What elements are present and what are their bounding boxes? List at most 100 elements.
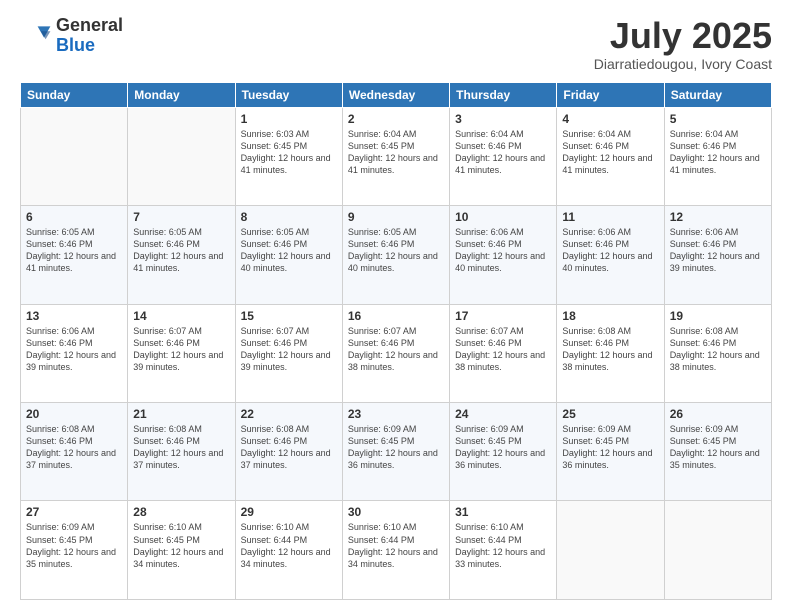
day-info: Sunrise: 6:09 AM Sunset: 6:45 PM Dayligh… (455, 423, 551, 472)
day-number: 17 (455, 309, 551, 323)
day-info: Sunrise: 6:10 AM Sunset: 6:44 PM Dayligh… (348, 521, 444, 570)
calendar-cell (21, 107, 128, 205)
day-number: 23 (348, 407, 444, 421)
logo-blue: Blue (56, 35, 95, 55)
header: General Blue July 2025 Diarratiedougou, … (20, 16, 772, 72)
calendar-week-1: 6 Sunrise: 6:05 AM Sunset: 6:46 PM Daylig… (21, 206, 772, 304)
day-info: Sunrise: 6:09 AM Sunset: 6:45 PM Dayligh… (670, 423, 766, 472)
day-info: Sunrise: 6:05 AM Sunset: 6:46 PM Dayligh… (348, 226, 444, 275)
day-number: 5 (670, 112, 766, 126)
day-info: Sunrise: 6:06 AM Sunset: 6:46 PM Dayligh… (562, 226, 658, 275)
day-info: Sunrise: 6:04 AM Sunset: 6:46 PM Dayligh… (562, 128, 658, 177)
day-info: Sunrise: 6:06 AM Sunset: 6:46 PM Dayligh… (670, 226, 766, 275)
calendar-week-3: 20 Sunrise: 6:08 AM Sunset: 6:46 PM Dayli… (21, 403, 772, 501)
day-number: 8 (241, 210, 337, 224)
calendar-cell: 11 Sunrise: 6:06 AM Sunset: 6:46 PM Dayli… (557, 206, 664, 304)
calendar-cell: 5 Sunrise: 6:04 AM Sunset: 6:46 PM Daylig… (664, 107, 771, 205)
month-title: July 2025 (594, 16, 772, 56)
calendar-cell: 17 Sunrise: 6:07 AM Sunset: 6:46 PM Dayli… (450, 304, 557, 402)
calendar-header: SundayMondayTuesdayWednesdayThursdayFrid… (21, 82, 772, 107)
day-number: 28 (133, 505, 229, 519)
calendar-cell: 4 Sunrise: 6:04 AM Sunset: 6:46 PM Daylig… (557, 107, 664, 205)
day-number: 29 (241, 505, 337, 519)
day-info: Sunrise: 6:07 AM Sunset: 6:46 PM Dayligh… (133, 325, 229, 374)
calendar-body: 1Sunrise: 6:03 AM Sunset: 6:45 PM Daylig… (21, 107, 772, 599)
calendar-cell: 21 Sunrise: 6:08 AM Sunset: 6:46 PM Dayli… (128, 403, 235, 501)
day-number: 22 (241, 407, 337, 421)
weekday-header-monday: Monday (128, 82, 235, 107)
day-info: Sunrise: 6:06 AM Sunset: 6:46 PM Dayligh… (455, 226, 551, 275)
weekday-header-friday: Friday (557, 82, 664, 107)
calendar-cell: 3 Sunrise: 6:04 AM Sunset: 6:46 PM Daylig… (450, 107, 557, 205)
logo-general: General (56, 15, 123, 35)
day-info: Sunrise: 6:08 AM Sunset: 6:46 PM Dayligh… (26, 423, 122, 472)
weekday-row: SundayMondayTuesdayWednesdayThursdayFrid… (21, 82, 772, 107)
logo-icon (20, 20, 52, 52)
calendar-cell: 8 Sunrise: 6:05 AM Sunset: 6:46 PM Daylig… (235, 206, 342, 304)
calendar-week-4: 27Sunrise: 6:09 AM Sunset: 6:45 PM Dayli… (21, 501, 772, 600)
day-number: 20 (26, 407, 122, 421)
day-number: 27 (26, 505, 122, 519)
calendar-cell: 23 Sunrise: 6:09 AM Sunset: 6:45 PM Dayli… (342, 403, 449, 501)
day-info: Sunrise: 6:07 AM Sunset: 6:46 PM Dayligh… (455, 325, 551, 374)
day-number: 11 (562, 210, 658, 224)
calendar-week-2: 13 Sunrise: 6:06 AM Sunset: 6:46 PM Dayli… (21, 304, 772, 402)
day-number: 16 (348, 309, 444, 323)
day-number: 6 (26, 210, 122, 224)
calendar-cell: 2Sunrise: 6:04 AM Sunset: 6:45 PM Daylig… (342, 107, 449, 205)
weekday-header-wednesday: Wednesday (342, 82, 449, 107)
calendar-cell: 1Sunrise: 6:03 AM Sunset: 6:45 PM Daylig… (235, 107, 342, 205)
day-number: 2 (348, 112, 444, 126)
day-number: 4 (562, 112, 658, 126)
calendar-cell: 15Sunrise: 6:07 AM Sunset: 6:46 PM Dayli… (235, 304, 342, 402)
day-number: 24 (455, 407, 551, 421)
day-number: 14 (133, 309, 229, 323)
day-number: 7 (133, 210, 229, 224)
calendar-cell: 9Sunrise: 6:05 AM Sunset: 6:46 PM Daylig… (342, 206, 449, 304)
day-info: Sunrise: 6:07 AM Sunset: 6:46 PM Dayligh… (348, 325, 444, 374)
calendar-cell: 20 Sunrise: 6:08 AM Sunset: 6:46 PM Dayli… (21, 403, 128, 501)
calendar-cell: 7 Sunrise: 6:05 AM Sunset: 6:46 PM Daylig… (128, 206, 235, 304)
day-number: 13 (26, 309, 122, 323)
day-info: Sunrise: 6:05 AM Sunset: 6:46 PM Dayligh… (241, 226, 337, 275)
logo: General Blue (20, 16, 123, 56)
calendar-cell: 14 Sunrise: 6:07 AM Sunset: 6:46 PM Dayli… (128, 304, 235, 402)
day-info: Sunrise: 6:08 AM Sunset: 6:46 PM Dayligh… (241, 423, 337, 472)
day-info: Sunrise: 6:04 AM Sunset: 6:46 PM Dayligh… (670, 128, 766, 177)
calendar-cell: 19Sunrise: 6:08 AM Sunset: 6:46 PM Dayli… (664, 304, 771, 402)
day-number: 10 (455, 210, 551, 224)
day-info: Sunrise: 6:08 AM Sunset: 6:46 PM Dayligh… (133, 423, 229, 472)
calendar-cell: 18Sunrise: 6:08 AM Sunset: 6:46 PM Dayli… (557, 304, 664, 402)
day-info: Sunrise: 6:09 AM Sunset: 6:45 PM Dayligh… (348, 423, 444, 472)
calendar-cell: 31Sunrise: 6:10 AM Sunset: 6:44 PM Dayli… (450, 501, 557, 600)
day-info: Sunrise: 6:10 AM Sunset: 6:44 PM Dayligh… (241, 521, 337, 570)
day-info: Sunrise: 6:08 AM Sunset: 6:46 PM Dayligh… (670, 325, 766, 374)
day-info: Sunrise: 6:10 AM Sunset: 6:44 PM Dayligh… (455, 521, 551, 570)
day-info: Sunrise: 6:05 AM Sunset: 6:46 PM Dayligh… (26, 226, 122, 275)
calendar-cell (557, 501, 664, 600)
day-number: 25 (562, 407, 658, 421)
calendar-cell (128, 107, 235, 205)
calendar-cell: 28 Sunrise: 6:10 AM Sunset: 6:45 PM Dayli… (128, 501, 235, 600)
calendar-cell: 25 Sunrise: 6:09 AM Sunset: 6:45 PM Dayli… (557, 403, 664, 501)
calendar-cell: 16 Sunrise: 6:07 AM Sunset: 6:46 PM Dayli… (342, 304, 449, 402)
calendar-cell: 13 Sunrise: 6:06 AM Sunset: 6:46 PM Dayli… (21, 304, 128, 402)
day-number: 1 (241, 112, 337, 126)
calendar-cell: 29 Sunrise: 6:10 AM Sunset: 6:44 PM Dayli… (235, 501, 342, 600)
day-info: Sunrise: 6:09 AM Sunset: 6:45 PM Dayligh… (562, 423, 658, 472)
day-number: 3 (455, 112, 551, 126)
page: General Blue July 2025 Diarratiedougou, … (0, 0, 792, 612)
day-info: Sunrise: 6:04 AM Sunset: 6:46 PM Dayligh… (455, 128, 551, 177)
weekday-header-saturday: Saturday (664, 82, 771, 107)
day-number: 21 (133, 407, 229, 421)
day-number: 30 (348, 505, 444, 519)
title-block: July 2025 Diarratiedougou, Ivory Coast (594, 16, 772, 72)
weekday-header-thursday: Thursday (450, 82, 557, 107)
location: Diarratiedougou, Ivory Coast (594, 56, 772, 72)
day-info: Sunrise: 6:08 AM Sunset: 6:46 PM Dayligh… (562, 325, 658, 374)
day-info: Sunrise: 6:06 AM Sunset: 6:46 PM Dayligh… (26, 325, 122, 374)
day-info: Sunrise: 6:07 AM Sunset: 6:46 PM Dayligh… (241, 325, 337, 374)
calendar-cell: 6 Sunrise: 6:05 AM Sunset: 6:46 PM Daylig… (21, 206, 128, 304)
day-info: Sunrise: 6:10 AM Sunset: 6:45 PM Dayligh… (133, 521, 229, 570)
day-info: Sunrise: 6:05 AM Sunset: 6:46 PM Dayligh… (133, 226, 229, 275)
